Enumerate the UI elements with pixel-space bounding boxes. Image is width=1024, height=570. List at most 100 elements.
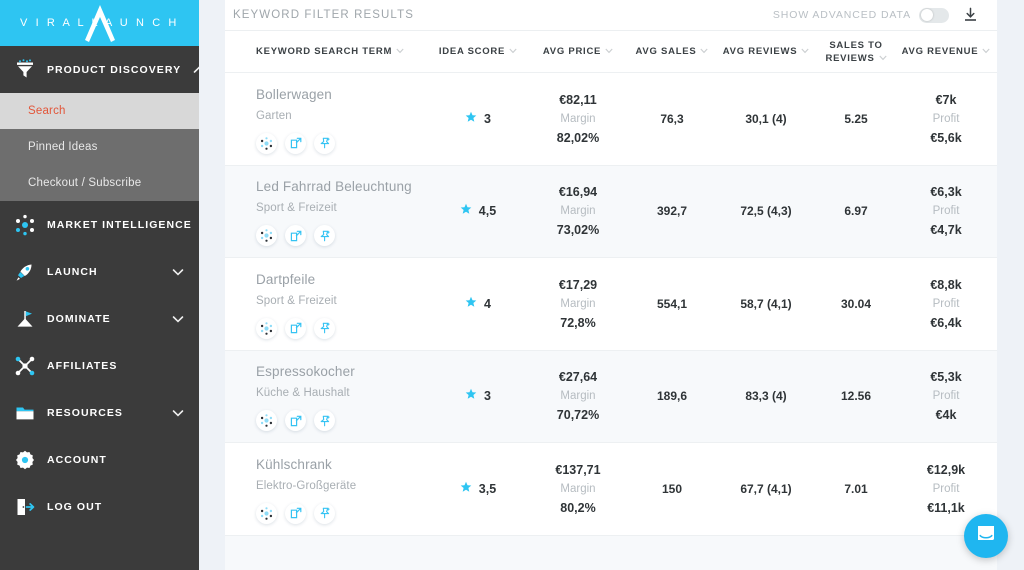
cell-keyword-search-term: Espressokocher Küche & Haushalt: [233, 361, 428, 432]
margin-value: 72,8%: [560, 315, 596, 330]
column-header-avg-sales[interactable]: AVG SALES: [628, 45, 716, 58]
sidebar-item-pinned-ideas[interactable]: Pinned Ideas: [0, 129, 199, 165]
row-action-icons: [256, 410, 335, 432]
external-link-icon[interactable]: [285, 502, 306, 524]
column-header-sales-to-reviews[interactable]: SALES TO REVIEWS: [816, 39, 896, 65]
sidebar-group-affiliates[interactable]: AFFILIATES: [0, 342, 199, 389]
star-icon: [465, 387, 477, 405]
cell-avg-revenue: €5,3k Profit €4k: [896, 367, 996, 425]
flag-mountain-icon: [14, 308, 36, 330]
cell-keyword-search-term: Kühlschrank Elektro-Großgeräte: [233, 454, 428, 524]
market-intelligence-icon[interactable]: [256, 132, 277, 154]
chevron-down-icon[interactable]: [171, 265, 185, 279]
column-label-line1: SALES TO: [829, 39, 883, 51]
external-link-icon[interactable]: [285, 225, 306, 247]
chevron-down-icon: [878, 52, 887, 65]
chevron-down-icon: [605, 45, 613, 58]
chevron-down-icon: [801, 45, 809, 58]
sidebar-group-resources[interactable]: RESOURCES: [0, 389, 199, 436]
brand-logo[interactable]: V I R A L L A U N C H: [0, 0, 199, 46]
sidebar-submenu-product-discovery: Search Pinned Ideas Checkout / Subscribe: [0, 93, 199, 201]
cell-avg-price: €137,71 Margin 80,2%: [528, 460, 628, 518]
market-intelligence-icon[interactable]: [256, 410, 277, 432]
table-row[interactable]: Bollerwagen Garten 3 €82,11 Margin 82,02…: [225, 73, 997, 166]
chevron-down-icon[interactable]: [171, 406, 185, 420]
column-header-avg-revenue[interactable]: AVG REVENUE: [896, 45, 996, 58]
column-header-keyword-search-term[interactable]: KEYWORD SEARCH TERM: [233, 45, 428, 58]
market-intelligence-icon[interactable]: [256, 225, 277, 247]
pin-idea-icon[interactable]: [314, 317, 335, 339]
sidebar-group-label: LOG OUT: [47, 500, 103, 513]
avg-revenue-value: €8,8k: [930, 277, 962, 292]
sidebar-group-label: RESOURCES: [47, 406, 123, 419]
chevron-down-icon: [509, 45, 517, 58]
cell-avg-reviews: 58,7 (4,1): [716, 297, 816, 311]
page-title: KEYWORD FILTER RESULTS: [233, 9, 414, 21]
sidebar-group-product-discovery[interactable]: PRODUCT DISCOVERY: [0, 46, 199, 93]
sidebar-group-dominate[interactable]: DOMINATE: [0, 295, 199, 342]
cell-idea-score: 3: [428, 110, 528, 128]
pin-idea-icon[interactable]: [314, 225, 335, 247]
sales-to-reviews-value: 12.56: [840, 389, 872, 404]
external-link-icon[interactable]: [285, 317, 306, 339]
avg-price-value: €16,94: [558, 185, 598, 200]
profit-label: Profit: [932, 297, 960, 310]
network-icon: [14, 214, 36, 236]
table-row[interactable]: Led Fahrrad Beleuchtung Sport & Freizeit: [225, 165, 997, 258]
keyword-category: Küche & Haushalt: [256, 387, 350, 400]
table-row[interactable]: Kühlschrank Elektro-Großgeräte 3,5 €137,…: [225, 443, 997, 536]
cell-keyword-search-term: Led Fahrrad Beleuchtung Sport & Freizeit: [233, 176, 428, 247]
column-header-avg-price[interactable]: AVG PRICE: [528, 45, 628, 58]
sidebar-item-checkout-subscribe[interactable]: Checkout / Subscribe: [0, 165, 199, 201]
sidebar-group-launch[interactable]: LAUNCH: [0, 248, 199, 295]
affiliate-nodes-icon: [14, 355, 36, 377]
sidebar-group-log-out[interactable]: LOG OUT: [0, 483, 199, 530]
advanced-data-toggle[interactable]: [919, 7, 949, 23]
avg-reviews-value: 30,1 (4): [745, 111, 787, 126]
column-label-line2: REVIEWS: [825, 52, 875, 64]
cell-avg-revenue: €8,8k Profit €6,4k: [896, 275, 996, 333]
sidebar-item-label: Checkout / Subscribe: [28, 177, 142, 189]
sidebar-group-account[interactable]: ACCOUNT: [0, 436, 199, 483]
chevron-up-icon[interactable]: [192, 63, 199, 77]
pin-idea-icon[interactable]: [314, 132, 335, 154]
column-header-idea-score[interactable]: IDEA SCORE: [428, 45, 528, 58]
download-icon[interactable]: [963, 7, 978, 23]
sidebar-item-search[interactable]: Search: [0, 93, 199, 129]
intercom-chat-button[interactable]: [964, 514, 1008, 558]
idea-score-value: 4: [484, 296, 491, 311]
pin-idea-icon[interactable]: [314, 502, 335, 524]
folder-icon: [14, 402, 36, 424]
margin-value: 73,02%: [556, 223, 600, 238]
keyword-term: Kühlschrank: [256, 456, 332, 472]
idea-score-value: 3: [484, 389, 491, 404]
avg-sales-value: 76,3: [660, 111, 684, 126]
external-link-icon[interactable]: [285, 132, 306, 154]
cell-avg-reviews: 30,1 (4): [716, 112, 816, 126]
table-row[interactable]: Ecco Schuhe: [225, 535, 997, 570]
table-row[interactable]: Espressokocher Küche & Haushalt 3 €27,64…: [225, 350, 997, 443]
margin-label: Margin: [560, 482, 596, 495]
star-icon: [460, 202, 472, 220]
column-label: IDEA SCORE: [438, 46, 506, 57]
avg-reviews-value: 83,3 (4): [745, 389, 787, 404]
advanced-data-toggle-group[interactable]: SHOW ADVANCED DATA: [773, 7, 949, 23]
keyword-category: Garten: [256, 109, 292, 122]
app-root: V I R A L L A U N C H PRODUCT DISCOVERY …: [0, 0, 1024, 570]
sidebar-group-label: LAUNCH: [47, 265, 98, 278]
external-link-icon[interactable]: [285, 410, 306, 432]
profit-value: €6,4k: [930, 315, 962, 330]
chevron-down-icon[interactable]: [171, 312, 185, 326]
cell-avg-price: €17,29 Margin 72,8%: [528, 275, 628, 333]
column-header-avg-reviews[interactable]: AVG REVIEWS: [716, 45, 816, 58]
market-intelligence-icon[interactable]: [256, 317, 277, 339]
sidebar-group-market-intelligence[interactable]: MARKET INTELLIGENCE: [0, 201, 199, 248]
pin-idea-icon[interactable]: [314, 410, 335, 432]
avg-sales-value: 392,7: [656, 204, 688, 219]
table-row[interactable]: Dartpfeile Sport & Freizeit 4 €17,29 Mar…: [225, 258, 997, 351]
chevron-down-icon: [700, 45, 709, 58]
avg-price-value: €27,64: [558, 370, 598, 385]
market-intelligence-icon[interactable]: [256, 502, 277, 524]
row-action-icons: [256, 225, 335, 247]
cell-avg-sales: 76,3: [628, 112, 716, 126]
